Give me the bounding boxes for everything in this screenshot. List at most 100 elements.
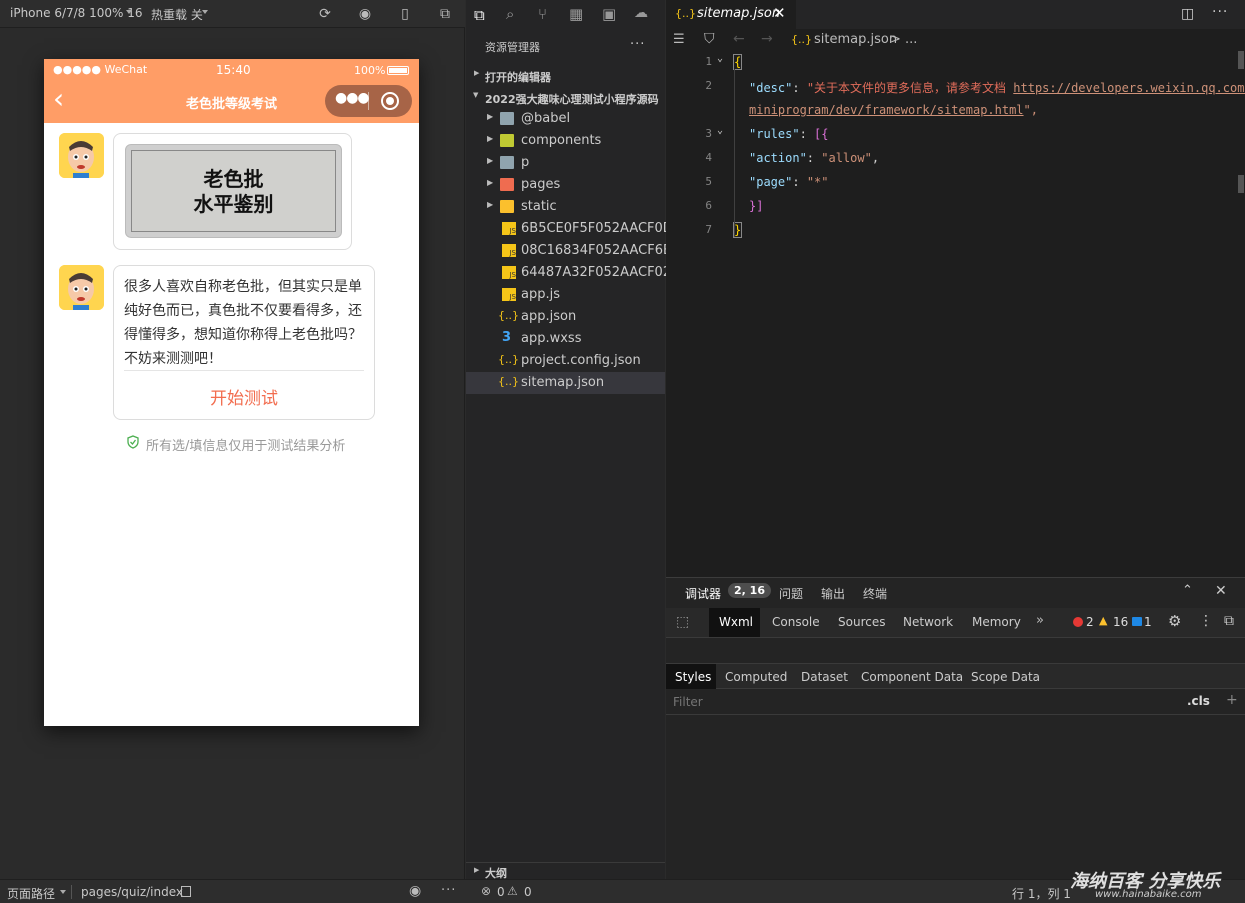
tab-network[interactable]: Network — [903, 615, 953, 629]
split-editor-icon[interactable]: ◫ — [1181, 6, 1194, 22]
stop-icon[interactable]: ◉ — [357, 6, 373, 22]
phone-nav-bar: ‹ 老色批等级考试 ●●● — [44, 81, 419, 123]
gear-icon[interactable]: ⚙ — [1168, 612, 1181, 630]
detach-window-icon[interactable]: ⧉ — [437, 6, 453, 22]
open-editors-section[interactable]: ▶ 打开的编辑器 — [466, 64, 665, 86]
list-icon[interactable]: ☰ — [673, 32, 685, 47]
tab-computed[interactable]: Computed — [725, 670, 787, 684]
copy-icon[interactable] — [181, 886, 191, 897]
source-control-icon[interactable]: ⑂ — [538, 5, 547, 23]
tree-item-sitemap-json[interactable]: {..} sitemap.json — [466, 372, 665, 394]
hot-reload-select[interactable]: 热重载 关 — [151, 6, 203, 23]
chevron-down-icon — [60, 890, 66, 894]
phone-icon[interactable]: ▯ — [397, 6, 413, 22]
tab-problems[interactable]: 问题 — [779, 585, 803, 602]
info-count[interactable]: 1 — [1144, 615, 1152, 629]
warning-count[interactable]: 16 — [1113, 615, 1128, 629]
tree-item-p[interactable]: ▶ p — [466, 152, 665, 174]
refresh-icon[interactable]: ⟳ — [317, 6, 333, 22]
tab-dataset[interactable]: Dataset — [801, 670, 848, 684]
tab-wxml[interactable]: Wxml — [709, 608, 760, 637]
cursor-position[interactable]: 行 1，列 1 — [1012, 885, 1071, 902]
tree-item-label: app.wxss — [521, 331, 582, 346]
title-card: 老色批 水平鉴别 — [125, 144, 342, 238]
breadcrumb-file[interactable]: sitemap.json — [814, 32, 897, 47]
tab-output[interactable]: 输出 — [821, 585, 845, 602]
activity-bar: ⧉ ⌕ ⑂ ▦ ▣ ☁ — [466, 0, 665, 30]
bookmark-icon[interactable]: ⛉ — [704, 31, 715, 47]
close-icon[interactable]: ✕ — [773, 4, 786, 22]
start-test-button[interactable]: 开始测试 — [114, 384, 374, 409]
tree-item-static[interactable]: ▶ static — [466, 196, 665, 218]
tree-item-babel[interactable]: ▶ @babel — [466, 108, 665, 130]
kebab-menu-icon[interactable]: ⋮ — [1199, 613, 1213, 629]
editor-tab-sitemap[interactable]: {..} sitemap.json ✕ — [666, 0, 796, 29]
search-icon[interactable]: ⌕ — [506, 5, 514, 23]
chevron-right-icon: ▶ — [487, 156, 494, 165]
tab-console[interactable]: Console — [772, 615, 820, 629]
project-section[interactable]: ▼ 2022强大趣味心理测试小程序源码 — [466, 86, 665, 108]
js-file-icon: JS — [502, 288, 516, 301]
files-icon[interactable]: ⧉ — [474, 6, 485, 24]
more-icon[interactable]: ··· — [441, 883, 456, 898]
tab-scope-data[interactable]: Scope Data — [971, 670, 1040, 684]
breadcrumb: ☰ ⛉ ← → {..} sitemap.json > ... — [666, 29, 1245, 51]
docker-icon[interactable]: ☁ — [634, 5, 648, 21]
add-rule-icon[interactable]: + — [1226, 692, 1238, 708]
tree-item-app-wxss[interactable]: 3 app.wxss — [466, 328, 665, 350]
fold-icon[interactable]: ⌄ — [717, 125, 723, 136]
error-count[interactable]: 2 — [1086, 615, 1094, 629]
json-url[interactable]: https://developers.weixin.qq.com/ — [1013, 81, 1245, 95]
tree-item-js-file[interactable]: JS 08C16834F052AACF6E... — [466, 240, 684, 262]
code-brace: { — [732, 54, 743, 70]
tree-item-js-file[interactable]: JS 6B5CE0F5F052AACF0D... — [466, 218, 685, 240]
back-arrow-icon[interactable]: ← — [733, 31, 745, 47]
folder-icon — [500, 200, 514, 213]
card-bubble: 老色批 水平鉴别 — [113, 133, 352, 250]
breadcrumb-more[interactable]: > ... — [890, 32, 917, 47]
styles-filter-input[interactable] — [666, 689, 1176, 714]
tab-terminal[interactable]: 终端 — [863, 585, 887, 602]
error-icon — [1073, 617, 1083, 627]
close-icon[interactable]: ✕ — [1215, 583, 1227, 599]
more-icon[interactable]: ··· — [1212, 4, 1228, 20]
tab-sources[interactable]: Sources — [838, 615, 885, 629]
capsule-menu: ●●● — [325, 85, 412, 117]
tab-debugger[interactable]: 调试器 — [685, 585, 721, 602]
tab-component-data[interactable]: Component Data — [861, 670, 963, 684]
scrollbar-marker[interactable] — [1238, 51, 1244, 69]
tree-item-app-json[interactable]: {..} app.json — [466, 306, 665, 328]
problem-errors-count[interactable]: 0 — [497, 885, 505, 899]
outline-section[interactable]: ▶ 大纲 — [466, 862, 665, 880]
chevron-up-icon[interactable]: ⌃ — [1182, 583, 1193, 598]
tree-item-js-file[interactable]: JS 64487A32F052AACF02... — [466, 262, 684, 284]
scrollbar-marker[interactable] — [1238, 175, 1244, 193]
tab-styles[interactable]: Styles — [666, 664, 716, 689]
tab-memory[interactable]: Memory — [972, 615, 1021, 629]
phone-screen: ●●●●● WeChat 15:40 100% ‹ 老色批等级考试 ●●● 老色… — [44, 59, 419, 726]
close-miniprogram-icon[interactable] — [381, 92, 399, 110]
inspect-icon[interactable]: ⬚ — [676, 614, 689, 630]
page-path-label[interactable]: 页面路径 — [7, 885, 55, 902]
extensions-icon[interactable]: ▦ — [569, 5, 583, 23]
device-select[interactable]: iPhone 6/7/8 100% 16 — [10, 6, 143, 20]
more-icon[interactable]: ··· — [630, 37, 645, 52]
cls-toggle[interactable]: .cls — [1187, 694, 1210, 708]
more-tabs-icon[interactable]: » — [1036, 613, 1044, 628]
forward-arrow-icon[interactable]: → — [761, 31, 773, 47]
tree-item-project-config[interactable]: {..} project.config.json — [466, 350, 665, 372]
fold-icon[interactable]: ⌄ — [717, 53, 723, 64]
warning-icon: ▲ — [1099, 614, 1108, 627]
json-url[interactable]: miniprogram/dev/framework/sitemap.html — [749, 103, 1024, 117]
tree-item-pages[interactable]: ▶ pages — [466, 174, 665, 196]
problem-warnings-count[interactable]: 0 — [524, 885, 532, 899]
json-key: "action" — [749, 151, 807, 165]
dock-icon[interactable]: ⧉ — [1224, 613, 1234, 629]
json-file-icon: {..} — [498, 375, 519, 388]
tree-item-components[interactable]: ▶ components — [466, 130, 665, 152]
preview-icon[interactable]: ▣ — [602, 5, 616, 23]
code-brace: } — [732, 222, 743, 238]
eye-icon[interactable]: ◉ — [409, 883, 421, 899]
tree-item-app-js[interactable]: JS app.js — [466, 284, 665, 306]
more-icon[interactable]: ●●● — [335, 90, 370, 106]
